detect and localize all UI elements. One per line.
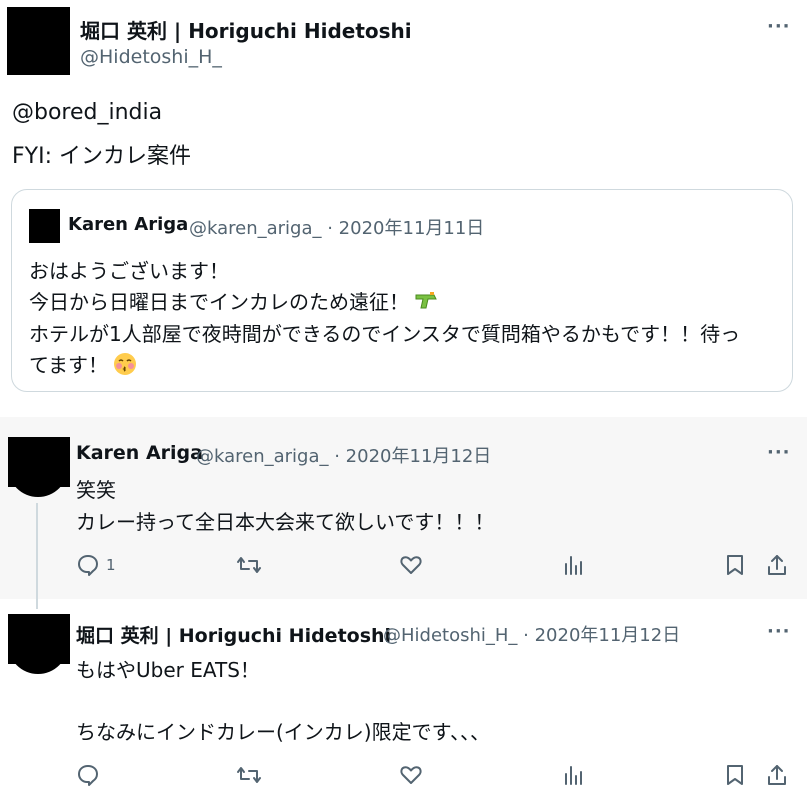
reply1-share-button[interactable] (765, 553, 789, 581)
reply2-views-button[interactable] (561, 763, 585, 791)
retweet-icon (237, 557, 261, 573)
thread-connector-line (36, 503, 38, 609)
reply1-avatar-mask (8, 437, 70, 487)
reply1-more-icon[interactable]: ··· (767, 442, 791, 463)
reply2-bookmark-button[interactable] (723, 763, 747, 791)
quoted-avatar (29, 209, 60, 243)
quoted-text-line-4-row: てます！ (29, 349, 137, 380)
reply1-like-button[interactable] (399, 553, 423, 581)
quoted-text-line-2-row: 今日から日曜日までインカレのため遠征！ (29, 286, 438, 316)
tweet-text-line-1[interactable]: @bored_india (12, 100, 162, 125)
reply2-share-button[interactable] (765, 763, 789, 791)
reply2-author-name[interactable]: 堀口 英利 | Horiguchi Hidetoshi (76, 621, 391, 648)
heart-icon (400, 766, 422, 784)
quoted-text-line-3: ホテルが1人部屋で夜時間ができるのでインスタで質問箱やるかもです！！待っ (29, 322, 741, 346)
author-handle[interactable]: @Hidetoshi_H_ (80, 46, 222, 68)
reply-icon (78, 765, 98, 786)
reply1-handle-date[interactable]: @karen_ariga_ · 2020年11月12日 (196, 442, 491, 468)
reply2-reply-button[interactable] (76, 763, 106, 787)
reply2-handle-date[interactable]: @Hidetoshi_H_ · 2020年11月12日 (383, 621, 680, 647)
tweet-text-line-2: FYI: インカレ案件 (12, 144, 191, 169)
kissing-face-emoji-icon (113, 352, 137, 380)
reply2-retweet-button[interactable] (236, 763, 262, 791)
reply1-reply-button[interactable]: 1 (76, 553, 116, 577)
reply2-avatar-mask (8, 614, 70, 664)
reply2-text-line-3: ちなみにインドカレー(インカレ)限定です、、、 (76, 720, 491, 744)
author-avatar[interactable] (7, 7, 70, 75)
water-pistol-emoji-icon (414, 290, 438, 316)
reply2-text-line-1: もはやUber EATS！ (76, 658, 260, 682)
share-icon (768, 765, 786, 785)
reply1-reply-count: 1 (106, 556, 116, 574)
analytics-icon (565, 766, 582, 785)
share-icon (768, 555, 786, 575)
bookmark-icon (727, 765, 743, 785)
retweet-icon (237, 767, 261, 783)
reply-icon (78, 555, 98, 576)
quoted-author-name: Karen Ariga (68, 214, 189, 235)
quoted-text-line-1: おはようございます！ (29, 259, 229, 283)
analytics-icon (565, 556, 582, 575)
reply1-views-button[interactable] (561, 553, 585, 581)
reply1-author-name[interactable]: Karen Ariga (76, 442, 203, 464)
quoted-handle-date: @karen_ariga_ · 2020年11月11日 (189, 218, 485, 239)
reply1-text-line-2: カレー持って全日本大会来て欲しいです！！！ (76, 510, 495, 534)
quoted-text-line-2: 今日から日曜日までインカレのため遠征！ (29, 290, 409, 314)
reply2-more-icon[interactable]: ··· (767, 621, 791, 642)
reply2-like-button[interactable] (399, 763, 423, 791)
heart-icon (400, 556, 422, 574)
reply1-text-line-1: 笑笑 (76, 478, 116, 502)
reply1-retweet-button[interactable] (236, 553, 262, 581)
reply1-bookmark-button[interactable] (723, 553, 747, 581)
quoted-text-line-4: てます！ (29, 353, 108, 377)
author-name[interactable]: 堀口 英利 | Horiguchi Hidetoshi (80, 15, 412, 44)
bookmark-icon (727, 555, 743, 575)
more-icon[interactable]: ··· (767, 16, 791, 37)
